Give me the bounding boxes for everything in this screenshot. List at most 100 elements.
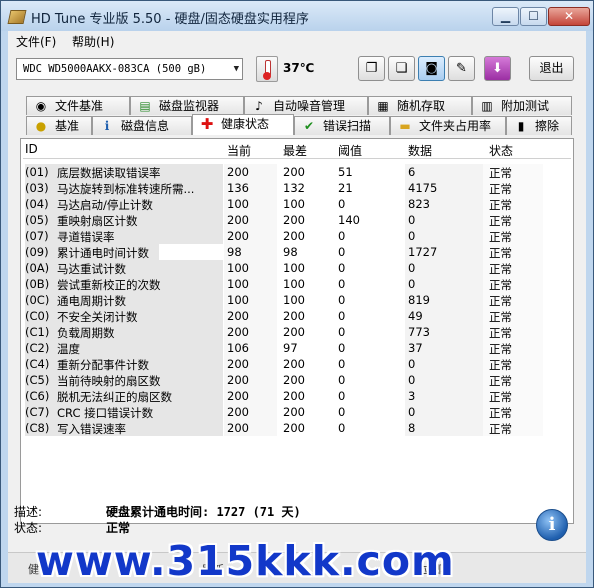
cell-current: 100: [227, 261, 249, 275]
cell-id: (05): [25, 213, 49, 227]
tab-acoustic-management[interactable]: ♪ 自动噪音管理: [244, 96, 368, 115]
copy-text-button[interactable]: ❐: [358, 56, 385, 81]
cell-threshold: 0: [338, 293, 346, 307]
table-row[interactable]: (C1) 负载周期数 200 200 0 773 正常: [21, 324, 573, 340]
menu-help[interactable]: 帮助(H): [72, 33, 114, 50]
tab-folder-usage[interactable]: ▬ 文件夹占用率: [390, 116, 506, 135]
table-row[interactable]: (04) 马达启动/停止计数 100 100 0 823 正常: [21, 196, 573, 212]
maximize-button[interactable]: ☐: [520, 7, 547, 26]
table-row[interactable]: (09) 累计通电时间计数 98 98 0 1727 正常: [21, 244, 573, 260]
cell-worst: 200: [283, 213, 305, 227]
info-icon[interactable]: i: [536, 509, 568, 541]
table-row[interactable]: (C8) 写入错误速率 200 200 0 8 正常: [21, 420, 573, 436]
col-header-worst[interactable]: 最差: [283, 142, 307, 159]
cell-name: 写入错误速率: [57, 422, 126, 436]
col-header-current[interactable]: 当前: [227, 142, 251, 159]
cell-threshold: 21: [338, 181, 353, 195]
checkmark-icon: ✔: [303, 119, 315, 133]
col-header-data[interactable]: 数据: [408, 142, 432, 159]
table-row[interactable]: (05) 重映射扇区计数 200 200 140 0 正常: [21, 212, 573, 228]
cell-threshold: 0: [338, 277, 346, 291]
row-shade: [405, 356, 483, 372]
tab-benchmark[interactable]: ● 基准: [26, 116, 92, 135]
copy-screenshot-button[interactable]: ❏: [388, 56, 415, 81]
menu-file[interactable]: 文件(F): [16, 33, 56, 50]
cell-data: 0: [408, 261, 416, 275]
cell-status: 正常: [489, 406, 512, 420]
client-area: 文件(F) 帮助(H) WDC WD5000AAKX-083CA (500 gB…: [8, 31, 586, 583]
cell-threshold: 51: [338, 165, 353, 179]
tab-label: 文件基准: [55, 99, 104, 113]
cell-name: 累计通电时间计数: [57, 246, 149, 260]
tab-disk-info[interactable]: i 磁盘信息: [92, 116, 192, 135]
row-highlight: [159, 244, 223, 260]
cell-worst: 97: [283, 341, 298, 355]
cell-worst: 200: [283, 421, 305, 435]
cell-name: 寻道错误率: [57, 230, 115, 244]
cell-name: 通电周期计数: [57, 294, 126, 308]
cell-threshold: 0: [338, 309, 346, 323]
cell-worst: 132: [283, 181, 305, 195]
table-row[interactable]: (03) 马达旋转到标准转速所需... 136 132 21 4175 正常: [21, 180, 573, 196]
download-button[interactable]: ⬇: [484, 56, 511, 81]
cell-name: 重新分配事件计数: [57, 358, 149, 372]
camera-button[interactable]: ◙: [418, 56, 445, 81]
cell-name: 负载周期数: [57, 326, 115, 340]
tab-error-scan[interactable]: ✔ 错误扫描: [294, 116, 390, 135]
table-row[interactable]: (C0) 不安全关闭计数 200 200 0 49 正常: [21, 308, 573, 324]
cell-current: 106: [227, 341, 249, 355]
row-shade: [25, 228, 223, 244]
table-row[interactable]: (C4) 重新分配事件计数 200 200 0 0 正常: [21, 356, 573, 372]
table-row[interactable]: (C2) 温度 106 97 0 37 正常: [21, 340, 573, 356]
camera-icon: ◙: [425, 61, 438, 76]
table-row[interactable]: (0B) 尝试重新校正的次数 100 100 0 0 正常: [21, 276, 573, 292]
exit-button[interactable]: 退出: [529, 56, 574, 81]
minimize-button[interactable]: ▁: [492, 7, 519, 26]
table-row[interactable]: (07) 寻道错误率 200 200 0 0 正常: [21, 228, 573, 244]
cell-threshold: 0: [338, 229, 346, 243]
tab-label: 随机存取: [397, 99, 446, 113]
tab-health[interactable]: ✚ 健康状态: [192, 114, 294, 135]
cell-worst: 200: [283, 389, 305, 403]
col-header-threshold[interactable]: 阈值: [338, 142, 362, 159]
cell-worst: 200: [283, 325, 305, 339]
cell-data: 4175: [408, 181, 438, 195]
header-divider: [23, 158, 571, 159]
tab-label: 附加测试: [501, 99, 550, 113]
table-row[interactable]: (C5) 当前待映射的扇区数 200 200 0 0 正常: [21, 372, 573, 388]
options-icon: ✎: [456, 61, 467, 76]
table-row[interactable]: (0A) 马达重试计数 100 100 0 0 正常: [21, 260, 573, 276]
tab-erase[interactable]: ▮ 擦除: [506, 116, 572, 135]
cell-current: 100: [227, 293, 249, 307]
cell-status: 正常: [489, 374, 512, 388]
cell-id: (C5): [25, 373, 50, 387]
cell-worst: 200: [283, 373, 305, 387]
cell-worst: 100: [283, 261, 305, 275]
table-row[interactable]: (C6) 脱机无法纠正的扇区数 200 200 0 3 正常: [21, 388, 573, 404]
cell-threshold: 0: [338, 261, 346, 275]
chevron-down-icon[interactable]: ▼: [234, 59, 239, 79]
folder-icon: ▬: [399, 119, 411, 133]
tab-disk-monitor[interactable]: ▤ 磁盘监视器: [130, 96, 244, 115]
tab-file-benchmark[interactable]: ◉ 文件基准: [26, 96, 130, 115]
options-button[interactable]: ✎: [448, 56, 475, 81]
cell-data: 3: [408, 389, 416, 403]
tab-extra-tests[interactable]: ▥ 附加测试: [472, 96, 572, 115]
col-header-status[interactable]: 状态: [489, 142, 513, 159]
cell-id: (01): [25, 165, 49, 179]
tab-random-access[interactable]: ▦ 随机存取: [368, 96, 472, 115]
table-row[interactable]: (C7) CRC 接口错误计数 200 200 0 0 正常: [21, 404, 573, 420]
cell-data: 823: [408, 197, 430, 211]
close-button[interactable]: ✕: [548, 7, 590, 26]
cell-id: (09): [25, 245, 49, 259]
cell-id: (C8): [25, 421, 50, 435]
row-shade: [405, 388, 483, 404]
cell-threshold: 0: [338, 373, 346, 387]
drive-select[interactable]: WDC WD5000AAKX-083CA (500 gB) ▼: [16, 58, 243, 80]
col-header-id[interactable]: ID: [25, 142, 38, 156]
cell-current: 98: [227, 245, 242, 259]
title-bar[interactable]: HD Tune 专业版 5.50 - 硬盘/固态硬盘实用程序 ▁ ☐ ✕: [1, 1, 593, 31]
table-row[interactable]: (01) 底层数据读取错误率 200 200 51 6 正常: [21, 164, 573, 180]
tab-label: 擦除: [535, 119, 560, 133]
table-row[interactable]: (0C) 通电周期计数 100 100 0 819 正常: [21, 292, 573, 308]
